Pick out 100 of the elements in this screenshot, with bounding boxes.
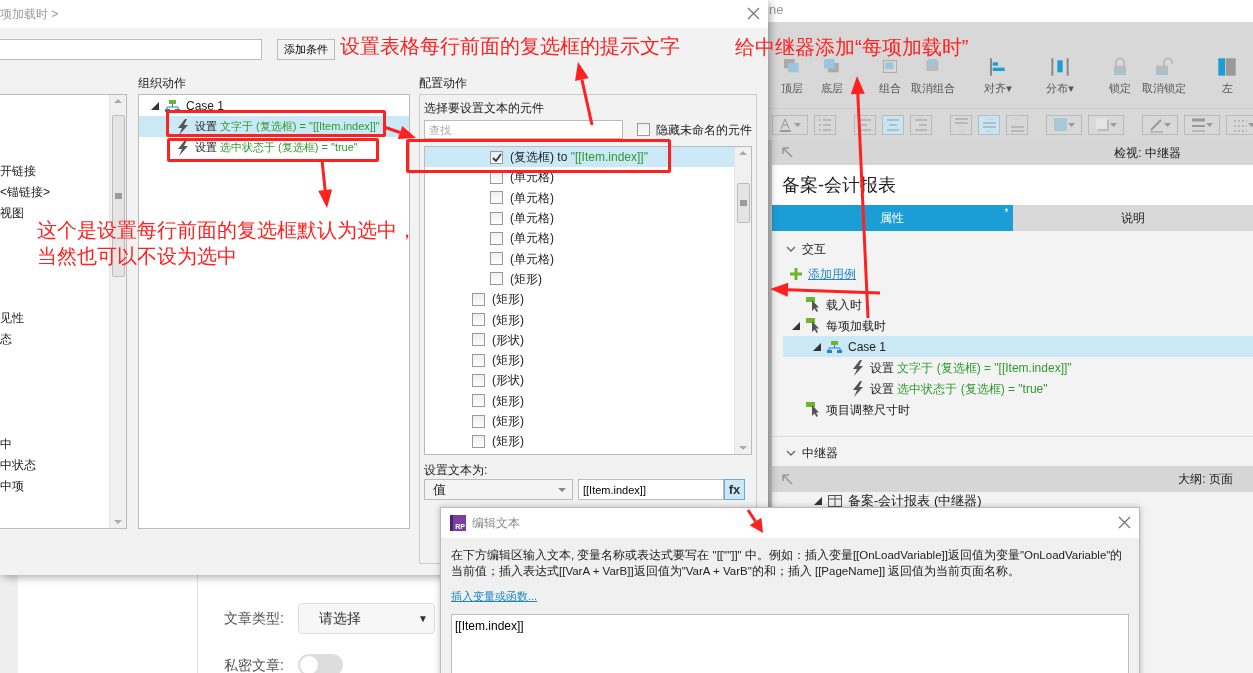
scroll-down-icon <box>739 446 747 450</box>
arrow <box>383 125 416 140</box>
align-middle-button[interactable] <box>978 114 1000 135</box>
collapse-arrow-icon <box>782 473 793 485</box>
checkbox[interactable] <box>490 191 503 205</box>
checkbox[interactable] <box>472 373 485 387</box>
case-label: Case 1 <box>848 338 887 356</box>
widget-row[interactable]: (形状) <box>425 329 734 350</box>
action-item[interactable]: 态 <box>0 329 12 348</box>
checkbox[interactable] <box>490 211 503 225</box>
widget-row[interactable]: (单元格) <box>425 228 734 249</box>
checkbox-label: 隐藏未命名的元件 <box>656 121 752 139</box>
shadow-button[interactable] <box>1088 114 1124 135</box>
toolbar-button[interactable]: 底层 <box>812 56 852 96</box>
plus-icon <box>790 268 802 280</box>
font-color-icon <box>779 116 794 133</box>
case-label[interactable]: Case 1 <box>186 96 225 115</box>
widget-row[interactable]: (矩形) <box>425 349 734 371</box>
line-color-button[interactable] <box>1142 114 1178 135</box>
action-item[interactable]: <锚链接> <box>0 182 50 201</box>
widget-row[interactable]: (单元格) <box>425 248 734 269</box>
grip-icon <box>114 193 122 199</box>
flag-cursor-icon <box>806 297 820 312</box>
insert-variable-link[interactable]: 插入变量或函数... <box>451 588 538 605</box>
checkbox[interactable] <box>472 313 485 326</box>
toolbar-button[interactable]: 对齐▾ <box>974 56 1022 96</box>
action-item[interactable]: 中项 <box>0 476 24 495</box>
checkbox[interactable] <box>490 252 503 266</box>
widget-row[interactable]: (矩形) <box>425 268 734 290</box>
checkbox[interactable] <box>637 123 650 136</box>
align-bottom-icon <box>1009 116 1025 133</box>
group-heading: 选择要设置文本的元件 <box>424 100 545 117</box>
window-title: ne <box>768 0 1253 22</box>
widget-row[interactable]: (单元格) <box>425 207 734 229</box>
align-icon <box>988 56 1008 77</box>
line-width-button[interactable] <box>1184 114 1220 135</box>
condition-field[interactable] <box>0 39 262 60</box>
action-text: 设置 文字于 (复选框) = "[[Item.index]]" <box>870 359 1072 377</box>
toolbar-button[interactable]: 组合 <box>872 56 908 96</box>
close-icon <box>1118 516 1131 529</box>
search-field[interactable]: 查找 <box>424 120 623 139</box>
column-heading: 组织动作 <box>138 75 187 92</box>
column-heading: 配置动作 <box>419 75 468 92</box>
panel-header: 大纲: 页面 <box>1178 471 1233 488</box>
widget-row[interactable]: (矩形) <box>425 309 734 330</box>
action-item[interactable]: 中 <box>0 434 12 453</box>
fill-color-button[interactable] <box>1046 114 1082 135</box>
panel-header: 检视: 中继器 <box>1114 144 1181 162</box>
toolbar-button[interactable]: 分布▾ <box>1036 56 1084 96</box>
action-row[interactable]: 设置 选中状态于 (复选框) = "true" <box>139 137 409 158</box>
widget-row[interactable]: (矩形) <box>425 390 734 411</box>
shadow-icon <box>1095 116 1110 133</box>
action-item[interactable]: 开链接 <box>0 161 36 180</box>
add-condition-button[interactable]: 添加条件 <box>277 39 335 60</box>
action-item[interactable]: 见性 <box>0 308 24 327</box>
action-item[interactable]: 中状态 <box>0 455 36 474</box>
toolbar-button[interactable]: 取消组合 <box>908 56 958 96</box>
font-color-button[interactable] <box>772 114 808 135</box>
checkbox[interactable] <box>472 434 485 448</box>
widget-row[interactable]: (单元格) <box>425 187 734 208</box>
action-item[interactable]: 视图 <box>0 203 24 222</box>
checkbox[interactable] <box>490 272 503 286</box>
function-button[interactable]: fx <box>724 479 745 500</box>
checkbox[interactable] <box>490 150 503 164</box>
event-label[interactable]: 每项加载时 <box>826 316 886 335</box>
dialog-title: 项加载时 > <box>0 6 59 23</box>
widget-row[interactable]: (矩形) <box>425 289 734 310</box>
caret-icon <box>1248 122 1253 127</box>
checkbox[interactable] <box>472 414 485 428</box>
select-field[interactable]: 请选择 ▼ <box>297 603 435 634</box>
annotation-text: 给中继器添加“每项加载时” <box>735 36 969 58</box>
table-icon <box>828 495 842 507</box>
toolbar-button[interactable]: 取消锁定 <box>1140 56 1188 96</box>
mode-select[interactable]: 值 <box>424 479 573 500</box>
toggle-switch[interactable] <box>297 654 343 673</box>
event-label[interactable]: 载入时 <box>826 295 862 314</box>
checkbox[interactable] <box>490 231 503 245</box>
line-style-button[interactable] <box>1226 114 1253 135</box>
toolbar-button[interactable]: 顶层 <box>772 56 812 96</box>
case-row[interactable]: Case 1 <box>783 336 1253 357</box>
add-case-link[interactable]: 添加用例 <box>808 265 856 283</box>
widget-row[interactable]: (矩形) <box>425 431 734 452</box>
checkbox[interactable] <box>472 333 485 347</box>
toolbar-button[interactable]: 锁定 <box>1100 56 1140 96</box>
text-value-field[interactable]: [[Item.index]] <box>578 479 724 500</box>
toolbar-button[interactable]: 左 <box>1207 56 1247 96</box>
event-label[interactable]: 项目调整尺寸时 <box>826 400 910 419</box>
checkbox[interactable] <box>472 292 485 306</box>
checkbox[interactable] <box>472 353 485 367</box>
widget-row[interactable]: (矩形) <box>425 410 734 432</box>
tab[interactable]: 说明 <box>1012 205 1253 231</box>
align-left-icon <box>857 116 873 133</box>
text-editor[interactable]: [[Item.index]] <box>451 614 1129 673</box>
widget-row[interactable]: (复选框) to "[[Item.index]]" <box>425 147 734 168</box>
flag-cursor-icon <box>806 318 820 333</box>
checkbox[interactable] <box>472 394 485 408</box>
scrollbar-thumb[interactable] <box>736 183 750 223</box>
widget-row[interactable]: (形状) <box>425 370 734 391</box>
align-center-button[interactable] <box>882 114 904 135</box>
caret-icon <box>1110 122 1117 127</box>
